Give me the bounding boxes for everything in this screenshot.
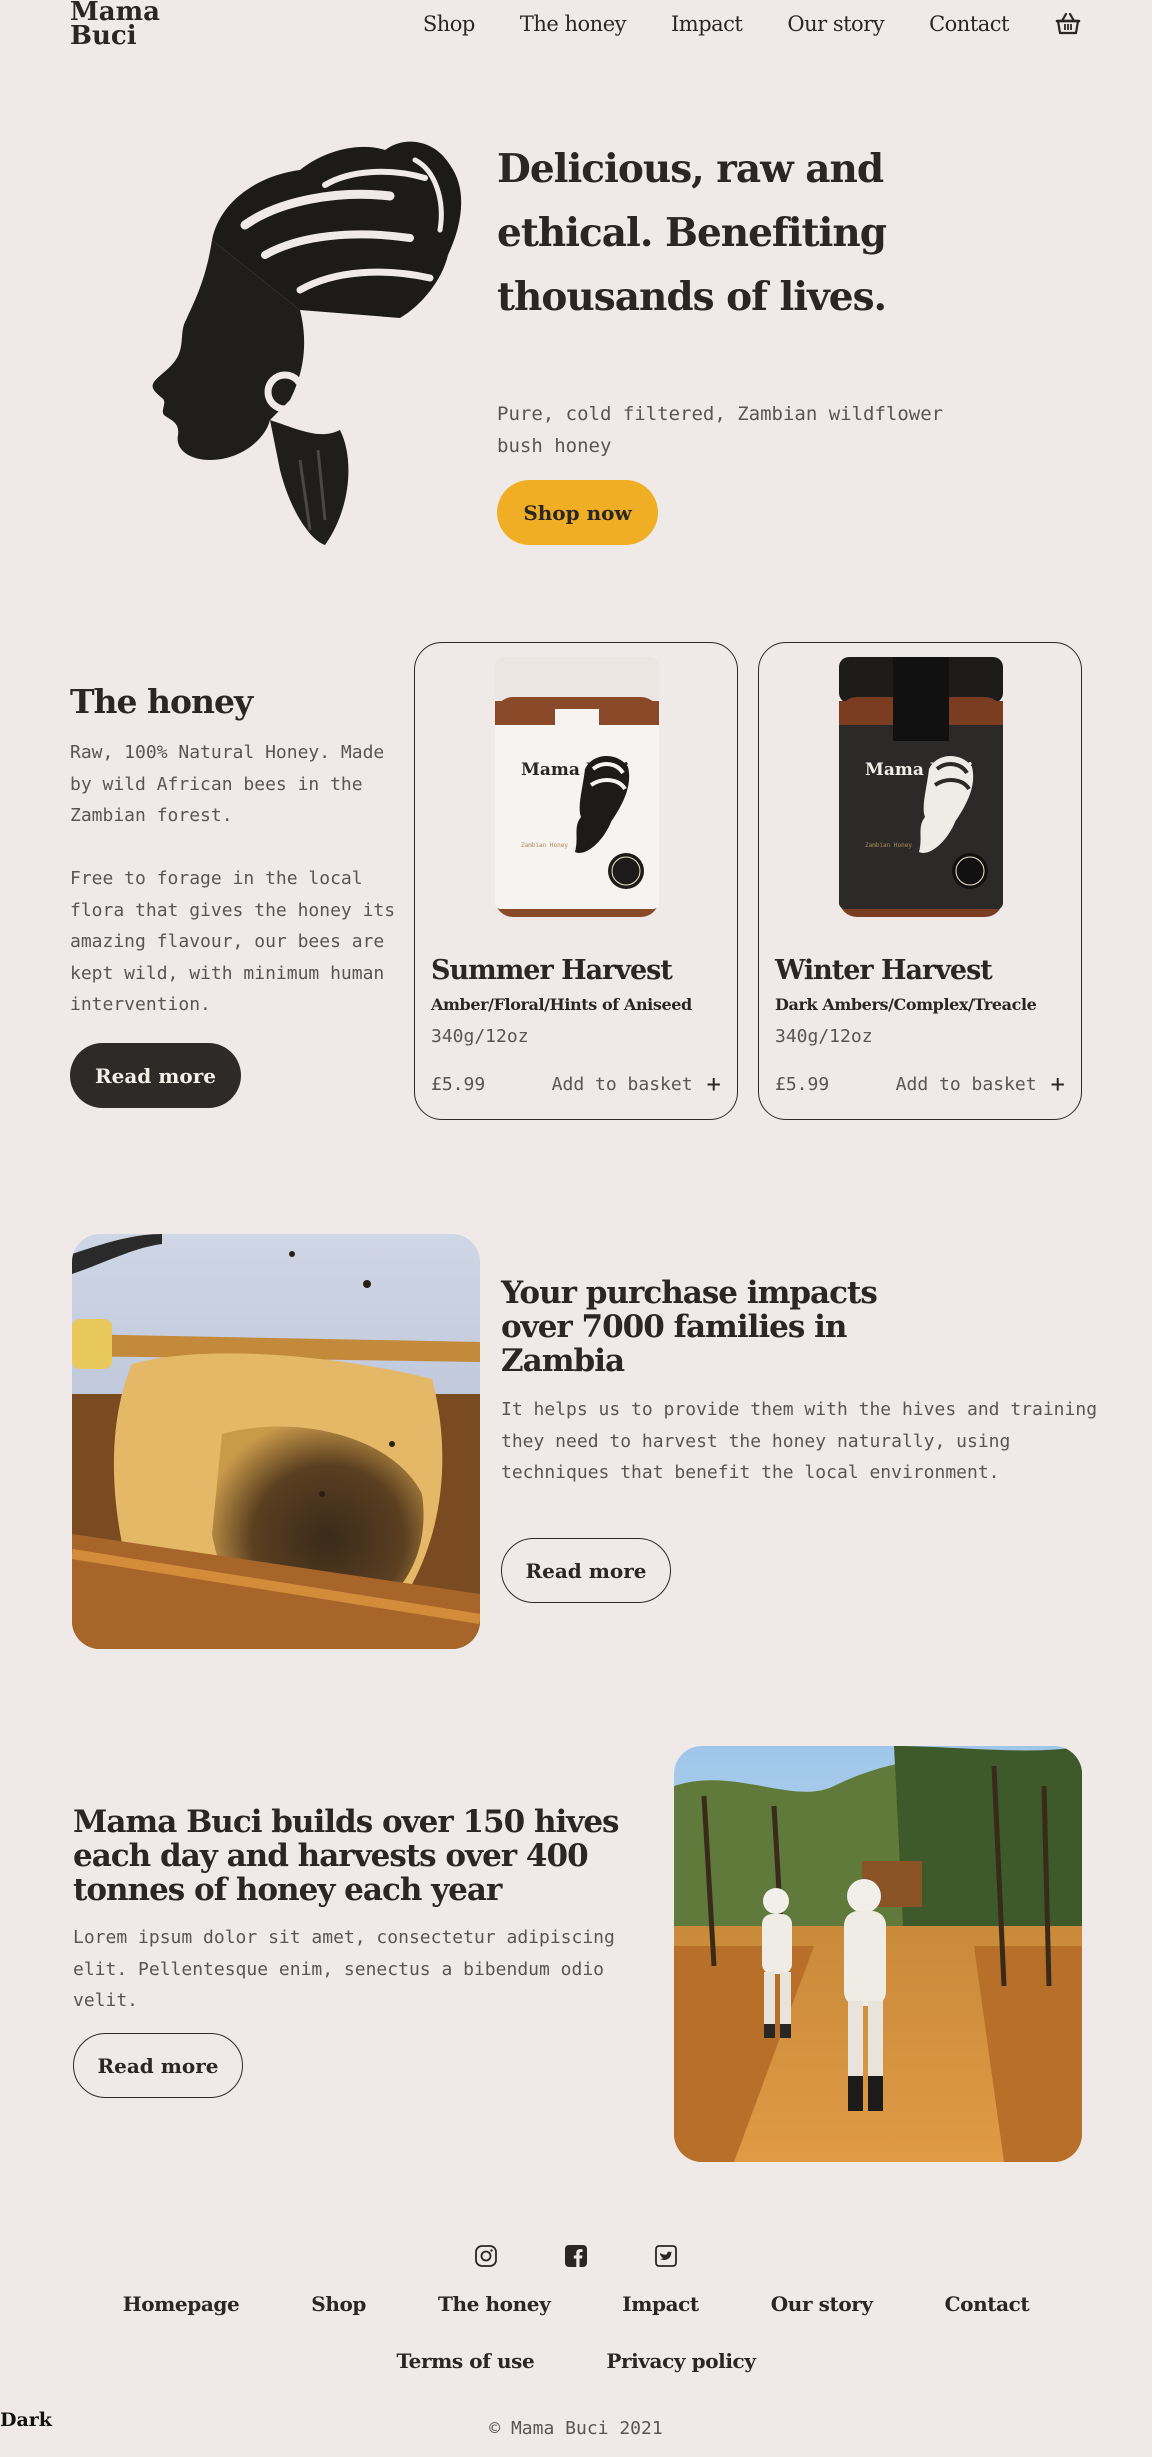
product-notes: Dark Ambers/Complex/Treacle <box>775 995 1037 1014</box>
jar-sublabel: Zambian Honey <box>521 842 568 849</box>
honey-section-title: The honey <box>70 682 253 721</box>
logo-line-2: Buci <box>70 21 137 51</box>
hives-title: Mama Buci builds over 150 hives each day… <box>73 1804 620 1908</box>
product-weight: 340g/12oz <box>431 1026 529 1047</box>
shop-now-button[interactable]: Shop now <box>497 480 658 545</box>
main-nav: Shop The honey Impact Our story Contact <box>423 10 1082 38</box>
honey-jar-image: Mama Buci Zambian Honey <box>837 657 1005 921</box>
footer-nav: Homepage Shop The honey Impact Our story… <box>0 2292 1152 2316</box>
honeycomb-frame-photo <box>72 1234 480 1649</box>
footer-legal-links: Terms of use Privacy policy <box>0 2349 1152 2373</box>
basket-icon[interactable] <box>1054 10 1082 38</box>
social-links <box>0 2244 1152 2268</box>
nav-contact[interactable]: Contact <box>929 12 1009 36</box>
add-to-basket-label: Add to basket <box>551 1073 693 1095</box>
add-to-basket-button[interactable]: Add to basket + <box>552 1072 721 1096</box>
footer-link-impact[interactable]: Impact <box>622 2292 699 2316</box>
product-price: £5.99 <box>775 1074 830 1095</box>
footer-link-privacy[interactable]: Privacy policy <box>606 2349 756 2373</box>
footer-link-homepage[interactable]: Homepage <box>123 2292 240 2316</box>
hero-title: Delicious, raw and ethical. Benefiting t… <box>497 146 887 320</box>
honey-read-more-button[interactable]: Read more <box>70 1043 241 1108</box>
impact-read-more-button[interactable]: Read more <box>501 1538 671 1603</box>
hives-text: Lorem ipsum dolor sit amet, consectetur … <box>73 1927 615 2011</box>
footer-link-terms[interactable]: Terms of use <box>396 2349 534 2373</box>
plus-icon: + <box>1050 1070 1065 1098</box>
instagram-icon[interactable] <box>474 2244 498 2268</box>
impact-title: Your purchase impacts over 7000 families… <box>501 1275 878 1379</box>
add-to-basket-button[interactable]: Add to basket + <box>896 1072 1065 1096</box>
product-card-summer-harvest[interactable]: Mama Buci Zambian Honey Summer Harvest A… <box>414 642 738 1120</box>
product-card-winter-harvest[interactable]: Mama Buci Zambian Honey Winter Harvest D… <box>758 642 1082 1120</box>
footer-link-contact[interactable]: Contact <box>945 2292 1030 2316</box>
product-notes: Amber/Floral/Hints of Aniseed <box>431 995 692 1014</box>
product-weight: 340g/12oz <box>775 1026 873 1047</box>
honey-description: Raw, 100% Natural Honey. Made by wild Af… <box>70 737 400 1021</box>
woman-silhouette-illustration <box>150 130 480 550</box>
plus-icon: + <box>706 1070 721 1098</box>
jar-sublabel: Zambian Honey <box>865 842 912 849</box>
footer-link-shop[interactable]: Shop <box>311 2292 366 2316</box>
hero-subtitle: Pure, cold filtered, Zambian wildflower … <box>497 403 944 457</box>
nav-the-honey[interactable]: The honey <box>520 12 627 36</box>
impact-text: It helps us to provide them with the hiv… <box>501 1399 1098 1483</box>
facebook-icon[interactable] <box>564 2244 588 2268</box>
copyright: © Mama Buci 2021 <box>489 2418 663 2439</box>
jar-lid <box>495 657 659 703</box>
nav-shop[interactable]: Shop <box>423 12 476 36</box>
nav-impact[interactable]: Impact <box>671 12 743 36</box>
product-name[interactable]: Summer Harvest <box>431 955 673 986</box>
honey-paragraph-1: Raw, 100% Natural Honey. Made by wild Af… <box>70 742 385 826</box>
logo[interactable]: Mama Buci <box>70 0 160 51</box>
nav-our-story[interactable]: Our story <box>787 12 884 36</box>
footer-link-the-honey[interactable]: The honey <box>438 2292 551 2316</box>
add-to-basket-label: Add to basket <box>895 1073 1037 1095</box>
honey-jar-image: Mama Buci Zambian Honey <box>493 657 661 921</box>
footer-link-our-story[interactable]: Our story <box>771 2292 873 2316</box>
honey-paragraph-2: Free to forage in the local flora that g… <box>70 868 396 1015</box>
hives-read-more-button[interactable]: Read more <box>73 2033 243 2098</box>
beekeepers-photo <box>674 1746 1082 2162</box>
product-price: £5.99 <box>431 1074 486 1095</box>
product-name[interactable]: Winter Harvest <box>775 955 993 986</box>
twitter-icon[interactable] <box>654 2244 678 2268</box>
